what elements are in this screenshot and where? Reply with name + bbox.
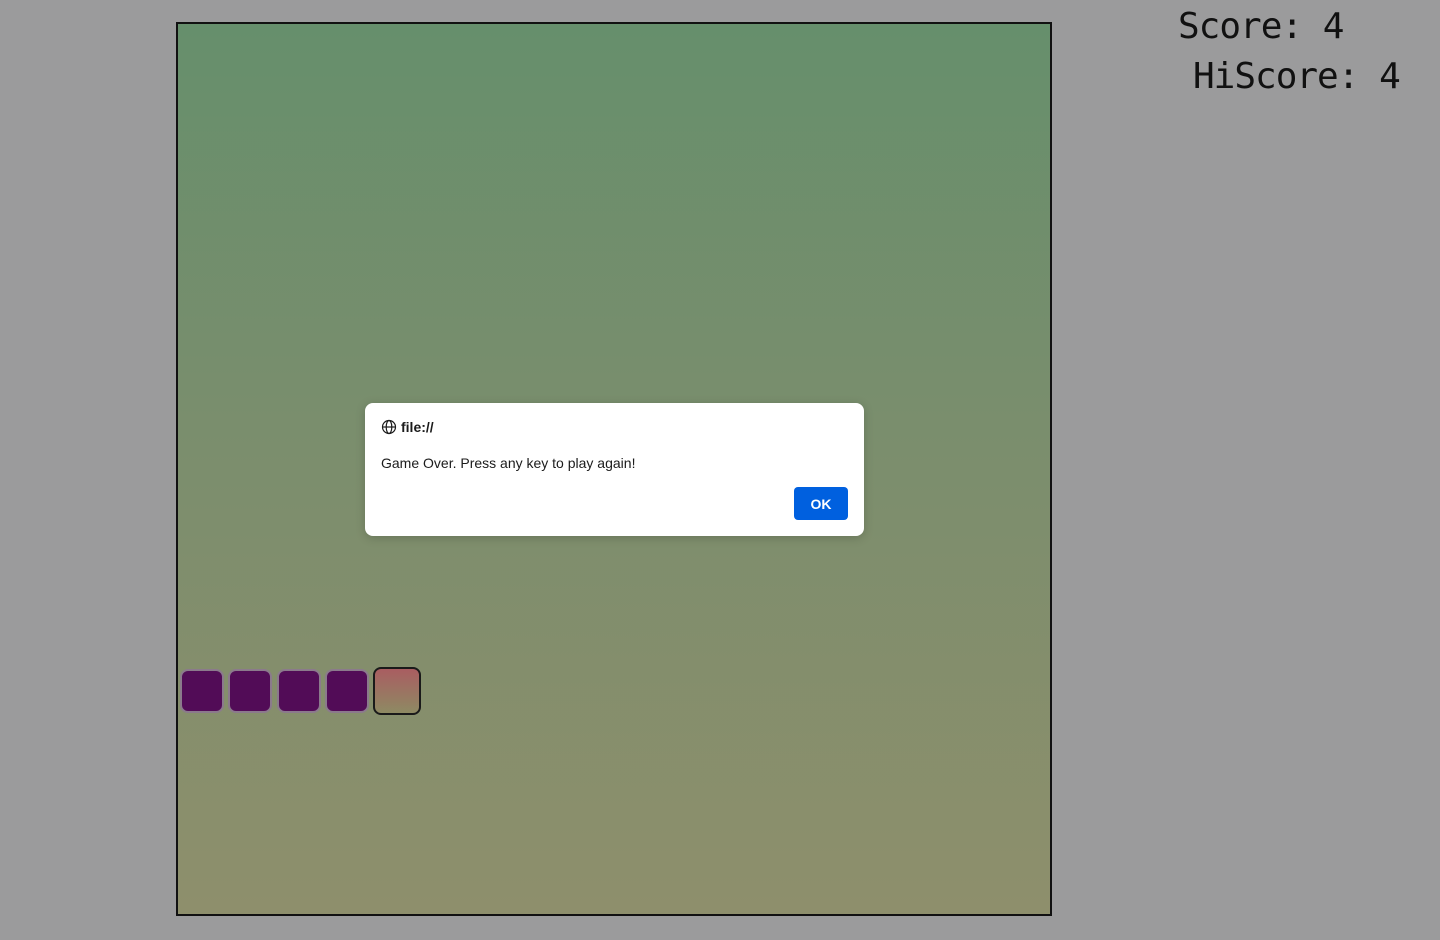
score-display: Score: 4 <box>1178 6 1344 47</box>
snake-body-segment <box>228 669 272 713</box>
dialog-origin-label: file:// <box>401 419 434 435</box>
snake-body-segment <box>277 669 321 713</box>
snake-body-segment <box>180 669 224 713</box>
dialog-origin: file:// <box>381 419 434 435</box>
globe-icon <box>381 419 397 435</box>
ok-button[interactable]: OK <box>794 487 848 520</box>
dialog-message: Game Over. Press any key to play again! <box>381 455 636 471</box>
snake-head <box>373 667 421 715</box>
alert-dialog: file:// Game Over. Press any key to play… <box>365 403 864 536</box>
hiscore-display: HiScore: 4 <box>1193 56 1401 97</box>
snake-body-segment <box>325 669 369 713</box>
